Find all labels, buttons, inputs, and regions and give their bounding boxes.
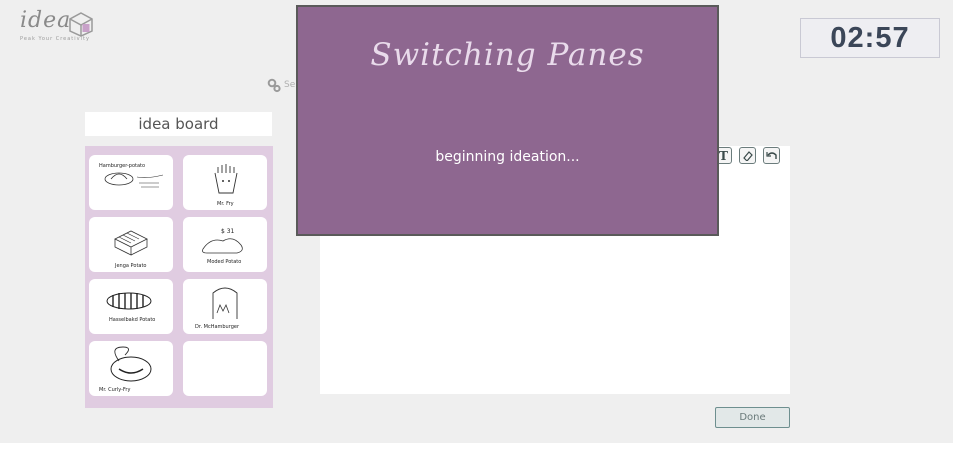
modal-message: beginning ideation... — [435, 149, 580, 165]
idea-sketch: Hasselbakd Potato — [106, 292, 155, 323]
undo-icon[interactable] — [763, 147, 780, 164]
drawing-toolbar: T — [715, 147, 780, 164]
idea-sketch: Jenga Potato — [114, 230, 148, 269]
logo-word: idea — [20, 8, 72, 33]
idea-sketch: Hamburger-potato — [99, 163, 164, 188]
cube-icon — [69, 12, 93, 37]
idea-caption: Hasselbakd Potato — [109, 317, 155, 323]
logo-tagline: Peak Your Creativity — [20, 36, 90, 42]
idea-sketch: Dr. McHamburger — [195, 287, 240, 330]
done-button[interactable]: Done — [715, 407, 790, 428]
idea-caption: Mr. Curly-Fry — [99, 387, 130, 393]
idea-card[interactable]: Jenga Potato — [89, 217, 173, 272]
idea-caption: Hamburger-potato — [99, 163, 145, 169]
idea-card[interactable]: Dr. McHamburger — [183, 279, 267, 334]
switching-panes-modal: Switching Panes beginning ideation... — [296, 5, 719, 236]
settings-label: Se — [284, 80, 296, 90]
idea-caption: Dr. McHamburger — [195, 324, 240, 330]
idea-caption: Jenga Potato — [114, 263, 147, 269]
idea-sketch: Mr. Fry — [214, 164, 238, 207]
settings-link[interactable]: Se — [266, 77, 295, 93]
logo: idea Peak Your Creativity — [20, 8, 110, 48]
idea-card[interactable]: Hasselbakd Potato — [89, 279, 173, 334]
modal-title: Switching Panes — [370, 37, 645, 73]
idea-sketch: Mr. Curly-Fry — [99, 346, 152, 393]
eraser-icon[interactable] — [739, 147, 756, 164]
idea-caption: Moded Potato — [207, 259, 241, 265]
idea-caption: Mr. Fry — [217, 201, 234, 207]
idea-card-empty[interactable] — [183, 341, 267, 396]
idea-board-title: idea board — [85, 112, 272, 136]
idea-card[interactable]: Mr. Curly-Fry — [89, 341, 173, 396]
idea-card[interactable]: $ 31 Moded Potato — [183, 217, 267, 272]
idea-sketch: $ 31 Moded Potato — [202, 228, 243, 265]
idea-board: Hamburger-potato Mr. Fry Jenga Potato $ … — [85, 146, 273, 408]
idea-card[interactable]: Mr. Fry — [183, 155, 267, 210]
svg-text:$ 31: $ 31 — [221, 228, 235, 235]
countdown-timer: 02:57 — [800, 18, 940, 58]
idea-card[interactable]: Hamburger-potato — [89, 155, 173, 210]
gears-icon — [267, 78, 281, 93]
